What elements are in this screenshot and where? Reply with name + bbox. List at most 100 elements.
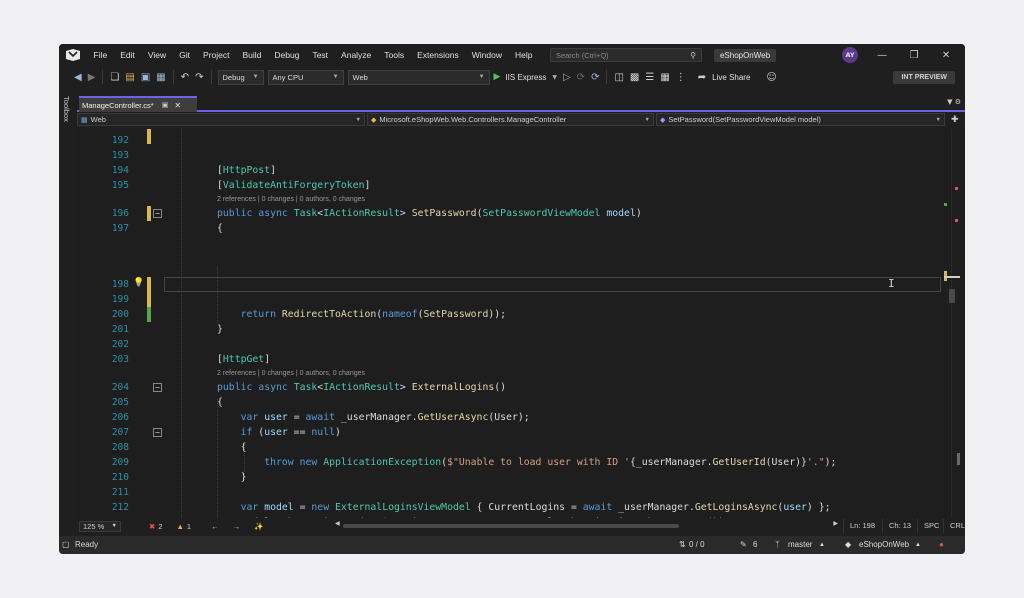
warning-icon[interactable]: ▲ (176, 522, 183, 531)
menu-tools[interactable]: Tools (378, 44, 411, 66)
vertical-scrollbar[interactable] (943, 129, 965, 518)
menu-analyze[interactable]: Analyze (335, 44, 378, 66)
line-number: 210 (111, 472, 129, 483)
navigate-forward-icon[interactable]: ▶ (85, 72, 99, 83)
member-select[interactable]: ◆ SetPassword(SetPasswordViewModel model)… (656, 113, 945, 126)
bookmark-icon[interactable]: ☰ (642, 72, 657, 83)
toolbox-tab[interactable]: Toolbox (62, 96, 71, 122)
codelens-references[interactable]: 2 references | 0 changes | 0 authors, 0 … (217, 194, 365, 206)
search-input[interactable]: Search (Ctrl+Q) ⚲ (549, 48, 702, 62)
code-text: if (user == null) (240, 427, 341, 438)
menu-help[interactable]: Help (508, 44, 538, 66)
close-icon[interactable]: ✕ (930, 50, 962, 61)
warning-count[interactable]: 1 (187, 522, 191, 531)
chevron-down-icon: ▼ (252, 74, 259, 80)
navigate-back-icon[interactable]: ← (211, 522, 219, 531)
run-target-button[interactable]: IIS Express (502, 73, 549, 82)
run-icon[interactable]: ▶ (492, 72, 503, 82)
chevron-up-icon[interactable]: ▲ (819, 536, 825, 554)
solution-configuration-select[interactable]: Debug ▼ (217, 69, 264, 85)
zoom-select[interactable]: 125 % ▼ (79, 520, 121, 532)
pin-icon[interactable]: ▣ (162, 101, 169, 109)
start-without-debugging-icon[interactable]: ▷ (560, 72, 574, 83)
chevron-down-icon: ▼ (644, 116, 650, 123)
split-editor-icon[interactable]: ✚ (951, 115, 959, 125)
open-folder-icon[interactable]: ▤ (122, 72, 137, 83)
branch-icon[interactable]: ᛉ (775, 536, 780, 554)
codelens-references[interactable]: 2 references | 0 changes | 0 authors, 0 … (217, 368, 365, 380)
live-share-icon[interactable]: ➦ (695, 72, 709, 83)
pending-edits-count[interactable]: 6 (753, 536, 757, 554)
repository-name[interactable]: eShopOnWeb (859, 536, 909, 554)
output-window-icon[interactable]: ▢ (62, 536, 70, 554)
branch-name[interactable]: master (788, 536, 812, 554)
feedback-icon[interactable]: ☺ (763, 72, 779, 83)
code-line: 201 } (77, 322, 943, 337)
menu-build[interactable]: Build (236, 44, 268, 66)
layout-icon[interactable]: ▩ (627, 72, 642, 83)
project-select[interactable]: ▦ Web ▼ (77, 113, 365, 126)
restore-icon[interactable]: ❐ (898, 50, 930, 61)
browser-link-icon[interactable]: ◫ (611, 72, 626, 83)
menu-extensions[interactable]: Extensions (411, 44, 466, 66)
solution-platform-select[interactable]: Any CPU ▼ (267, 69, 344, 85)
close-tab-icon[interactable]: ✕ (174, 101, 181, 110)
restart-icon[interactable]: ⟳ (588, 72, 602, 83)
menu-test[interactable]: Test (306, 44, 335, 66)
toolbar-overflow-icon[interactable]: ⋮ (673, 72, 689, 83)
save-icon[interactable]: ▣ (138, 72, 153, 83)
menu-edit[interactable]: Edit (114, 44, 142, 66)
chevron-up-icon[interactable]: ▲ (915, 536, 921, 554)
menu-window[interactable]: Window (465, 44, 508, 66)
scroll-thumb[interactable] (957, 453, 960, 465)
column-indicator[interactable]: Ch: 13 (882, 519, 917, 533)
startup-project-select[interactable]: Web ▼ (347, 69, 490, 85)
fold-collapse-icon[interactable]: − (153, 383, 162, 392)
minimize-icon[interactable]: — (866, 50, 898, 61)
class-select[interactable]: ◆ Microsoft.eShopWeb.Web.Controllers.Mana… (367, 113, 654, 126)
live-share-button[interactable]: Live Share (709, 73, 753, 82)
code-text: public async Task<IActionResult> SetPass… (217, 208, 642, 219)
redo-icon[interactable]: ↷ (192, 72, 206, 83)
git-changes-icon[interactable]: ⇅ (679, 536, 686, 554)
menu-project[interactable]: Project (197, 44, 236, 66)
scroll-right-icon[interactable]: ▶ (833, 520, 838, 527)
code-editor[interactable]: 192 193 194 [HttpPost] 195 [ValidateAnti… (77, 129, 943, 518)
code-text: [HttpPost] (217, 165, 276, 176)
fold-collapse-icon[interactable]: − (153, 209, 162, 218)
fold-collapse-icon[interactable]: − (153, 428, 162, 437)
code-cleanup-icon[interactable]: ✨ (254, 522, 263, 531)
navigate-back-icon[interactable]: ◀ (71, 72, 85, 83)
code-text: { (217, 442, 247, 453)
line-indicator[interactable]: Ln: 198 (843, 519, 881, 533)
tab-managecontroller[interactable]: ManageController.cs* ▣ ✕ (79, 96, 197, 112)
navigate-forward-icon[interactable]: → (233, 522, 241, 531)
menu-view[interactable]: View (141, 44, 172, 66)
new-project-icon[interactable]: ❏ (107, 72, 122, 83)
chevron-down-icon: ▼ (355, 116, 361, 123)
hot-reload-icon[interactable]: ⟳ (574, 72, 588, 83)
save-all-icon[interactable]: ▦ (153, 72, 168, 83)
lightbulb-icon[interactable]: 💡 (133, 278, 144, 288)
menu-git[interactable]: Git (173, 44, 197, 66)
error-count[interactable]: 2 (158, 522, 162, 531)
git-changes-count[interactable]: 0 / 0 (689, 536, 705, 554)
tab-list-chevron-icon[interactable]: ▼ ⚙ (947, 98, 961, 106)
run-target-dropdown-icon[interactable]: ▼ (549, 74, 560, 81)
scroll-thumb[interactable] (343, 524, 679, 528)
line-ending-indicator[interactable]: CRLF (943, 519, 965, 533)
notifications-icon[interactable]: ● (939, 536, 944, 554)
menu-file[interactable]: File (87, 44, 114, 66)
scroll-left-icon[interactable]: ◀ (335, 520, 340, 527)
undo-icon[interactable]: ↶ (178, 72, 192, 83)
whitespace-indicator[interactable]: SPC (917, 519, 945, 533)
int-preview-badge[interactable]: INT PREVIEW (893, 70, 955, 84)
scroll-thumb[interactable] (949, 289, 955, 303)
error-icon[interactable]: ✖ (149, 522, 155, 531)
menu-debug[interactable]: Debug (268, 44, 306, 66)
pending-edits-icon[interactable]: ✎ (740, 536, 747, 554)
avatar[interactable]: AY (842, 47, 859, 63)
repository-icon[interactable]: ◆ (845, 536, 851, 554)
find-in-files-icon[interactable]: ▦ (657, 72, 672, 83)
horizontal-scrollbar[interactable]: ◀ ▶ (335, 520, 838, 529)
